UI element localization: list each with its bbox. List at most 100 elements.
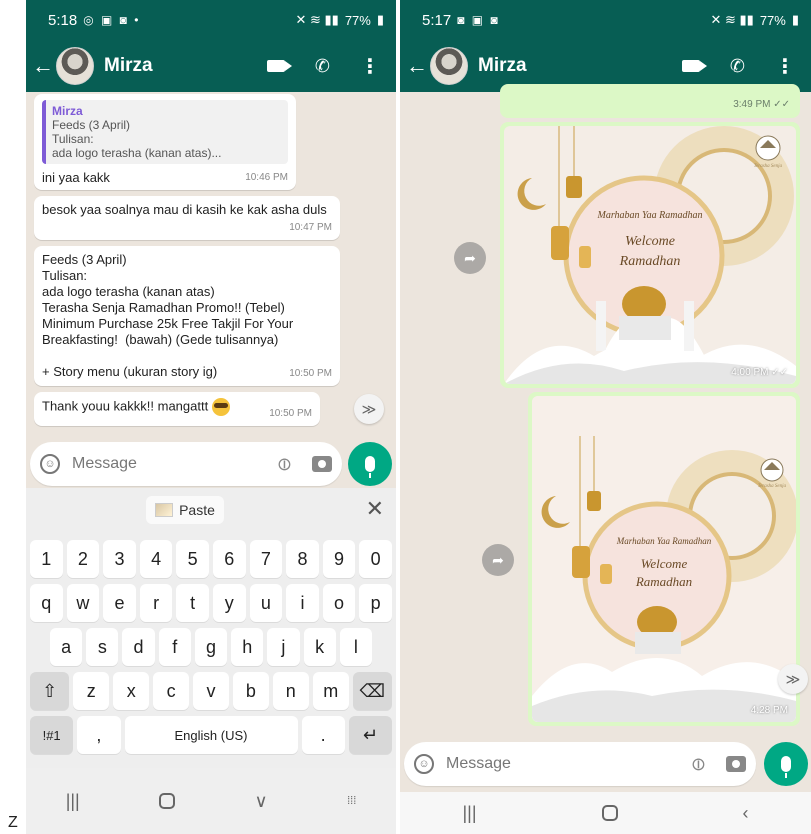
period-key[interactable]: . xyxy=(301,716,345,754)
forward-icon[interactable]: ➦ xyxy=(454,242,486,274)
message-bubble-reply[interactable]: Mirza Feeds (3 April) Tulisan: ada logo … xyxy=(34,94,296,190)
key-z[interactable]: z xyxy=(73,672,110,710)
key-e[interactable]: e xyxy=(103,584,136,622)
key-g[interactable]: g xyxy=(194,628,228,666)
key-0[interactable]: 0 xyxy=(359,540,392,578)
back-arrow-icon[interactable]: ← xyxy=(406,53,428,79)
avatar[interactable] xyxy=(56,47,94,85)
image-message[interactable]: Marhaban Yaa Ramadhan Welcome Ramadhan T… xyxy=(528,392,800,726)
poster-title: Marhaban Yaa Ramadhan xyxy=(597,210,703,221)
clipboard-thumbnail-icon xyxy=(155,503,174,517)
emoji-icon[interactable]: ☺ xyxy=(414,754,434,774)
chat-area[interactable]: 3:49 PM ✓✓ ➦ Marhaban Yaa Ramadhan Welco… xyxy=(400,84,811,742)
quoted-message[interactable]: Mirza Feeds (3 April) Tulisan: ada logo … xyxy=(42,100,288,164)
contact-name[interactable]: Mirza xyxy=(104,55,153,77)
emoji-icon[interactable]: ☺ xyxy=(40,454,60,474)
key-1[interactable]: 1 xyxy=(30,540,63,578)
video-call-icon[interactable] xyxy=(266,60,292,72)
key-v[interactable]: v xyxy=(193,672,229,710)
back-icon[interactable]: ‹ xyxy=(742,803,748,824)
key-i[interactable]: i xyxy=(286,584,319,622)
scroll-down-icon[interactable]: ≫ xyxy=(354,394,384,424)
recent-apps-icon[interactable]: ||| xyxy=(66,791,80,812)
mic-button[interactable] xyxy=(764,742,808,786)
space-key[interactable]: English (US) xyxy=(124,716,298,754)
video-call-icon[interactable] xyxy=(681,60,707,72)
paste-label: Paste xyxy=(179,502,215,518)
battery-level: 77% xyxy=(344,12,371,28)
close-icon[interactable]: ✕ xyxy=(366,496,384,522)
message-bubble[interactable]: besok yaa soalnya mau di kasih ke kak as… xyxy=(34,196,340,240)
key-5[interactable]: 5 xyxy=(176,540,209,578)
keyboard-grid-icon[interactable]: ⁞⁞⁞ xyxy=(347,795,356,807)
avatar[interactable] xyxy=(430,47,468,85)
ramadhan-poster-image[interactable]: Marhaban Yaa Ramadhan Welcome Ramadhan T… xyxy=(504,126,796,384)
key-d[interactable]: d xyxy=(122,628,155,666)
key-c[interactable]: c xyxy=(153,672,190,710)
key-4[interactable]: 4 xyxy=(139,540,173,578)
home-icon[interactable] xyxy=(601,805,618,821)
key-m[interactable]: m xyxy=(312,672,349,710)
key-r[interactable]: r xyxy=(139,584,173,622)
forward-icon[interactable]: ➦ xyxy=(482,544,514,576)
message-input[interactable]: Message xyxy=(72,455,137,473)
key-6[interactable]: 6 xyxy=(212,540,246,578)
scroll-down-icon[interactable]: ≫ xyxy=(778,664,808,694)
chevron-down-icon[interactable]: ∨ xyxy=(255,791,268,812)
ramadhan-poster-image[interactable]: Marhaban Yaa Ramadhan Welcome Ramadhan T… xyxy=(532,396,796,722)
key-y[interactable]: y xyxy=(212,584,246,622)
key-k[interactable]: k xyxy=(303,628,336,666)
backspace-key[interactable]: ⌫ xyxy=(352,672,392,710)
bottom-row: !#1 , English (US) . ↵ xyxy=(30,716,392,754)
key-l[interactable]: l xyxy=(339,628,372,666)
key-x[interactable]: x xyxy=(113,672,150,710)
shift-key[interactable]: ⇧ xyxy=(30,672,70,710)
contact-name[interactable]: Mirza xyxy=(478,55,527,77)
key-p[interactable]: p xyxy=(359,584,392,622)
camera-icon[interactable] xyxy=(726,756,746,772)
key-o[interactable]: o xyxy=(322,584,356,622)
message-bubble[interactable]: Thank youu kakkk!! mangattt 10:50 PM xyxy=(34,392,320,426)
key-2[interactable]: 2 xyxy=(66,540,100,578)
more-options-icon[interactable]: ⋮ xyxy=(775,54,795,79)
key-7[interactable]: 7 xyxy=(249,540,283,578)
message-input[interactable]: Message xyxy=(446,755,511,773)
mic-button[interactable] xyxy=(348,442,392,486)
camera-icon[interactable] xyxy=(312,456,332,472)
key-w[interactable]: w xyxy=(66,584,100,622)
quoted-text: Feeds (3 April) Tulisan: ada logo terash… xyxy=(52,118,222,160)
image-message[interactable]: Marhaban Yaa Ramadhan Welcome Ramadhan T… xyxy=(500,122,800,388)
phone-call-icon[interactable]: ✆ xyxy=(730,56,745,77)
chat-area[interactable]: Mirza Feeds (3 April) Tulisan: ada logo … xyxy=(26,92,396,488)
key-a[interactable]: a xyxy=(50,628,83,666)
key-j[interactable]: j xyxy=(267,628,300,666)
key-t[interactable]: t xyxy=(176,584,209,622)
key-n[interactable]: n xyxy=(272,672,309,710)
attach-icon[interactable]: ⊘ xyxy=(272,451,298,477)
more-options-icon[interactable]: ⋮ xyxy=(360,54,380,79)
recent-apps-icon[interactable]: ||| xyxy=(462,803,476,824)
key-b[interactable]: b xyxy=(232,672,269,710)
home-icon[interactable] xyxy=(159,793,176,809)
key-8[interactable]: 8 xyxy=(286,540,319,578)
media-message-partial[interactable]: 3:49 PM ✓✓ xyxy=(500,84,800,118)
key-u[interactable]: u xyxy=(249,584,283,622)
enter-key[interactable]: ↵ xyxy=(348,716,392,754)
attach-icon[interactable]: ⊘ xyxy=(686,751,712,777)
back-arrow-icon[interactable]: ← xyxy=(32,53,54,79)
key-s[interactable]: s xyxy=(86,628,119,666)
key-f[interactable]: f xyxy=(158,628,191,666)
key-9[interactable]: 9 xyxy=(322,540,356,578)
key-3[interactable]: 3 xyxy=(103,540,136,578)
key-h[interactable]: h xyxy=(231,628,264,666)
symbols-key[interactable]: !#1 xyxy=(30,716,74,754)
comma-key[interactable]: , xyxy=(77,716,121,754)
message-input-bar[interactable]: ☺ Message ⊘ xyxy=(30,442,342,486)
key-q[interactable]: q xyxy=(30,584,63,622)
keyboard-toolbar: Paste ✕ xyxy=(26,488,396,532)
phone-call-icon[interactable]: ✆ xyxy=(315,56,330,77)
left-phone-screen: 5:18 ◎ ▣ ◙ • ✕ ≋ ▮▮ 77% ▮ ← Mirza ✆ ⋮ Mi… xyxy=(26,0,396,834)
paste-button[interactable]: Paste xyxy=(146,496,224,524)
message-bubble[interactable]: Feeds (3 April) Tulisan: ada logo terash… xyxy=(34,246,340,386)
message-input-bar[interactable]: ☺ Message ⊘ xyxy=(404,742,756,786)
